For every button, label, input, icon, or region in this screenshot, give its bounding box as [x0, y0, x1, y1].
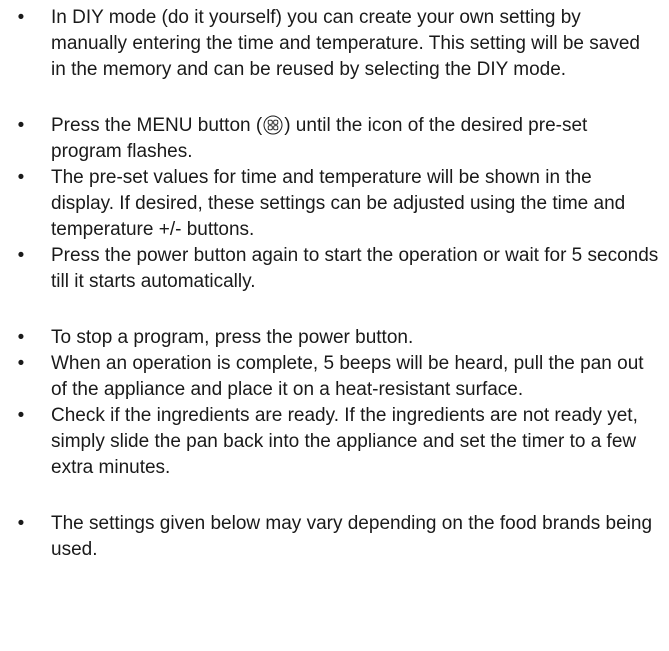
- list-item-text: When an operation is complete, 5 beeps w…: [51, 353, 644, 400]
- list-item: • Check if the ingredients are ready. If…: [14, 403, 659, 481]
- list-item: • In DIY mode (do it yourself) you can c…: [14, 5, 659, 83]
- list-item: • The pre-set values for time and temper…: [14, 165, 659, 243]
- bullet-icon: •: [17, 115, 25, 136]
- list-item-text: Press the power button again to start th…: [51, 245, 659, 292]
- bullet-icon: •: [17, 167, 25, 188]
- list-item: • Press the power button again to start …: [14, 243, 659, 295]
- bullet-group-operation: • To stop a program, press the power but…: [14, 325, 659, 481]
- list-item-text: In DIY mode (do it yourself) you can cre…: [51, 7, 640, 80]
- list-item-text: The pre-set values for time and temperat…: [51, 167, 626, 240]
- bullet-group-menu: • Press the MENU button ( ) until the ic…: [14, 113, 659, 295]
- list-item: • The settings given below may vary depe…: [14, 511, 659, 563]
- list-item-text: The settings given below may vary depend…: [51, 513, 653, 560]
- instruction-page: • In DIY mode (do it yourself) you can c…: [0, 0, 669, 651]
- bullet-icon: •: [17, 7, 25, 28]
- list-item: • When an operation is complete, 5 beeps…: [14, 351, 659, 403]
- bullet-icon: •: [17, 353, 25, 374]
- list-item-text: To stop a program, press the power butto…: [51, 327, 414, 348]
- list-item: • Press the MENU button ( ) until the ic…: [14, 113, 659, 165]
- list-item-text: Check if the ingredients are ready. If t…: [51, 405, 638, 478]
- bullet-icon: •: [17, 245, 25, 266]
- bullet-icon: •: [17, 405, 25, 426]
- bullet-group-settings-note: • The settings given below may vary depe…: [14, 511, 659, 563]
- menu-grid-icon: [263, 115, 283, 135]
- bullet-icon: •: [17, 327, 25, 348]
- bullet-group-diy: • In DIY mode (do it yourself) you can c…: [14, 5, 659, 83]
- bullet-icon: •: [17, 513, 25, 534]
- list-item-text: Press the MENU button (: [51, 115, 263, 136]
- list-item: • To stop a program, press the power but…: [14, 325, 659, 351]
